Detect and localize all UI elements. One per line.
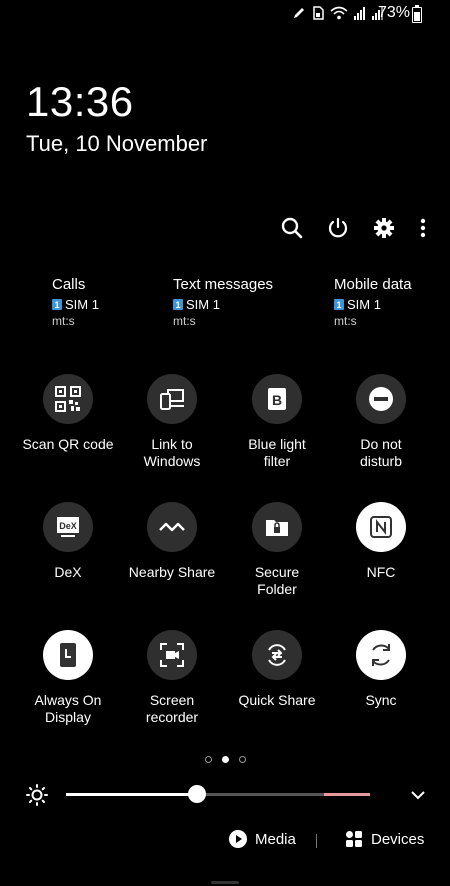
sim-calls[interactable]: Calls 1 SIM 1 mt:s — [52, 276, 99, 328]
sync-icon — [356, 630, 406, 680]
pen-icon — [294, 8, 304, 18]
brightness-thumb[interactable] — [187, 785, 206, 803]
divider — [316, 834, 317, 848]
tile-label: Sync — [365, 692, 397, 708]
wifi-icon — [330, 6, 348, 20]
tile-label: DeX — [54, 564, 82, 580]
page-indicator — [0, 756, 450, 763]
sim-carrier: mt:s — [334, 314, 357, 328]
status-icons — [292, 6, 384, 20]
tile-dex[interactable]: DeX DeX — [16, 502, 120, 581]
media-button[interactable]: Media — [229, 830, 296, 848]
page-dot-active[interactable] — [221, 756, 229, 763]
brightness-warning-zone — [324, 793, 370, 796]
do-not-disturb-icon — [356, 374, 406, 424]
blue-light-icon: B — [252, 374, 302, 424]
gear-icon[interactable] — [372, 216, 396, 240]
tile-label: Screen recorder — [145, 692, 199, 725]
nearby-share-icon — [147, 502, 197, 552]
page-dot[interactable] — [204, 756, 212, 763]
tile-label: Secure Folder — [254, 564, 300, 597]
sim-mobile-data[interactable]: Mobile data 1 SIM 1 mt:s — [334, 276, 412, 328]
tile-scan-qr-code[interactable]: Scan QR code — [16, 374, 120, 453]
top-actions — [280, 216, 428, 240]
play-icon — [229, 830, 247, 848]
devices-button[interactable]: Devices — [345, 830, 424, 848]
sim-settings-row: Calls 1 SIM 1 mt:s Text messages 1 SIM 1 m… — [0, 276, 450, 336]
tile-label: Scan QR code — [22, 436, 114, 452]
tile-label: NFC — [366, 564, 396, 580]
tile-sync[interactable]: Sync — [329, 630, 433, 709]
media-label: Media — [255, 830, 296, 848]
sim-label: SIM 1 — [65, 297, 99, 312]
tile-quick-share[interactable]: Quick Share — [225, 630, 329, 709]
battery-icon — [412, 5, 422, 23]
tile-nfc[interactable]: NFC — [329, 502, 433, 581]
devices-icon — [346, 831, 362, 847]
sim-carrier: mt:s — [173, 314, 196, 328]
sim-mobile-data-title: Mobile data — [334, 276, 412, 293]
qr-code-icon — [43, 374, 93, 424]
tile-always-on-display[interactable]: Always On Display — [16, 630, 120, 725]
tile-do-not-disturb[interactable]: Do not disturb — [329, 374, 433, 469]
more-icon[interactable] — [418, 216, 428, 240]
devices-label: Devices — [371, 830, 425, 848]
svg-text:B: B — [272, 392, 282, 408]
nfc-icon — [356, 502, 406, 552]
tile-label: Link to Windows — [143, 436, 201, 469]
power-icon[interactable] — [326, 216, 350, 240]
sim-label: SIM 1 — [347, 297, 381, 312]
bottom-bar: Media Devices — [0, 828, 450, 856]
tile-label: Nearby Share — [128, 564, 216, 580]
brightness-slider[interactable] — [66, 793, 370, 796]
battery-percent: 73% — [377, 4, 410, 21]
sim-carrier: mt:s — [52, 314, 75, 328]
sim-label: SIM 1 — [186, 297, 220, 312]
tile-screen-recorder[interactable]: Screen recorder — [120, 630, 224, 725]
tile-label: Quick Share — [238, 692, 316, 708]
secure-folder-icon — [252, 502, 302, 552]
always-on-display-icon — [43, 630, 93, 680]
date: Tue, 10 November — [26, 131, 208, 156]
sim-text-messages-title: Text messages — [173, 276, 274, 293]
sim-icon — [313, 6, 324, 20]
tile-label: Do not disturb — [359, 436, 403, 469]
chevron-down-icon[interactable] — [410, 789, 426, 801]
tile-label: Blue light filter — [248, 436, 306, 469]
dex-icon: DeX — [43, 502, 93, 552]
sim-badge-icon: 1 — [52, 299, 62, 310]
page-dot[interactable] — [238, 756, 246, 763]
sim-badge-icon: 1 — [334, 299, 344, 310]
tile-link-to-windows[interactable]: Link to Windows — [120, 374, 224, 469]
tile-label: Always On Display — [34, 692, 102, 725]
svg-text:DeX: DeX — [59, 521, 77, 531]
signal-icon — [354, 7, 365, 20]
brightness-control — [24, 782, 426, 808]
brightness-icon — [26, 784, 48, 806]
sim-text-messages[interactable]: Text messages 1 SIM 1 mt:s — [173, 276, 273, 328]
tile-nearby-share[interactable]: Nearby Share — [120, 502, 224, 581]
search-icon[interactable] — [280, 216, 304, 240]
tile-secure-folder[interactable]: Secure Folder — [225, 502, 329, 597]
drag-handle[interactable] — [211, 881, 239, 884]
quick-share-icon — [252, 630, 302, 680]
clock: 13:36 — [26, 78, 134, 125]
sim-badge-icon: 1 — [173, 299, 183, 310]
tile-blue-light-filter[interactable]: B Blue light filter — [225, 374, 329, 469]
sim-calls-title: Calls — [52, 276, 86, 293]
status-bar: 73% — [0, 0, 450, 28]
screen-recorder-icon — [147, 630, 197, 680]
link-to-windows-icon — [147, 374, 197, 424]
brightness-fill — [66, 793, 197, 796]
